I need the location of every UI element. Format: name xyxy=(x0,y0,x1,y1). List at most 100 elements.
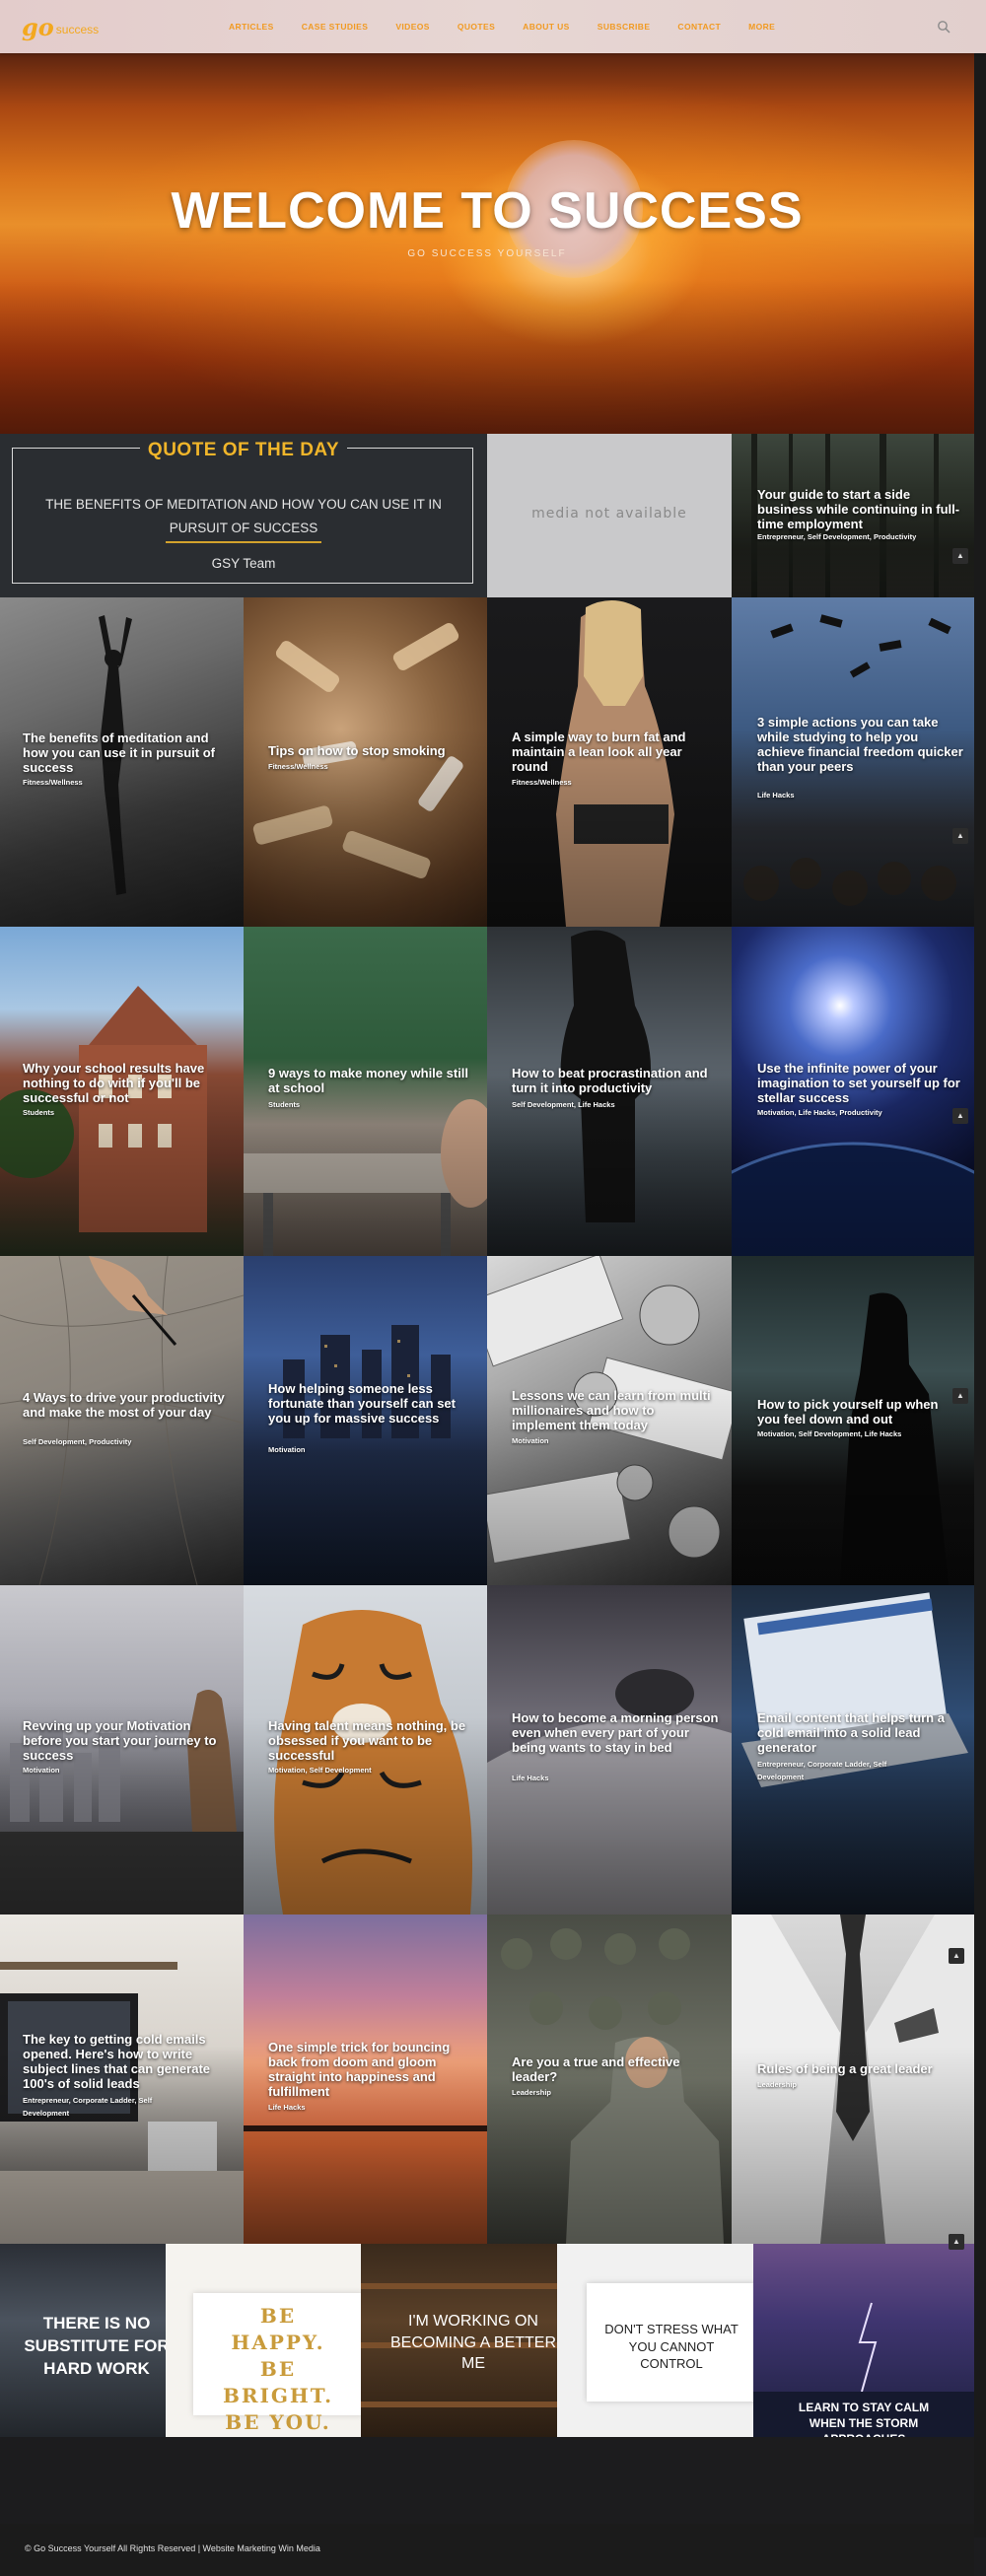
article-title: How helping someone less fortunate than … xyxy=(268,1381,456,1426)
article-category: Leadership xyxy=(757,2080,798,2089)
article-category: Motivation xyxy=(23,1766,60,1775)
article-title: Use the infinite power of your imaginati… xyxy=(757,1061,960,1105)
article-tile[interactable]: 9 ways to make money while still at scho… xyxy=(244,927,487,1256)
scroll-up-icon[interactable]: ▲ xyxy=(949,2234,964,2250)
poster-text: THERE IS NO SUBSTITUTE FOR HARD WORK xyxy=(24,2314,170,2378)
article-category: Fitness/Wellness xyxy=(23,778,83,787)
top-nav: go success ARTICLES CASE STUDIES VIDEOS … xyxy=(0,0,986,53)
article-category: Fitness/Wellness xyxy=(268,762,328,771)
article-title: The benefits of meditation and how you c… xyxy=(23,731,216,775)
quote-divider xyxy=(166,541,321,543)
article-tile[interactable]: How to become a morning person even when… xyxy=(487,1585,732,1915)
quote-text: THE BENEFITS OF MEDITATION AND HOW YOU C… xyxy=(45,497,442,535)
article-title: Revving up your Motivation before you st… xyxy=(23,1718,217,1763)
article-category: Self Development, Productivity xyxy=(23,1437,132,1446)
quote-heading: QUOTE OF THE DAY xyxy=(139,440,348,461)
article-tile[interactable]: Revving up your Motivation before you st… xyxy=(0,1585,244,1915)
hero-title: WELCOME TO SUCCESS xyxy=(171,182,804,240)
article-tile[interactable]: Email content that helps turn a cold ema… xyxy=(732,1585,974,1915)
article-title: 9 ways to make money while still at scho… xyxy=(268,1066,469,1095)
nav-item-videos[interactable]: VIDEOS xyxy=(395,22,430,32)
logo-mark: go xyxy=(22,13,54,41)
article-title: One simple trick for bouncing back from … xyxy=(268,2040,451,2099)
article-title: How to beat procrastination and turn it … xyxy=(512,1066,708,1095)
quote-poster[interactable]: DON'T STRESS WHAT YOU CANNOT CONTROL xyxy=(557,2244,786,2437)
article-tile[interactable]: Rules of being a great leader Leadership… xyxy=(732,1915,974,2244)
article-category: Life Hacks xyxy=(268,2103,306,2112)
main-menu: ARTICLES CASE STUDIES VIDEOS QUOTES ABOU… xyxy=(229,22,803,32)
article-title: Having talent means nothing, be obsessed… xyxy=(268,1718,466,1763)
article-category: Entrepreneur, Corporate Ladder, Self Dev… xyxy=(757,1760,887,1781)
article-category: Leadership xyxy=(512,2088,552,2097)
article-category: Motivation xyxy=(512,1436,549,1445)
article-category: Self Development, Life Hacks xyxy=(512,1100,615,1109)
article-tile[interactable]: Lessons we can learn from multi milliona… xyxy=(487,1256,732,1585)
scroll-up-icon[interactable]: ▲ xyxy=(952,548,968,564)
quote-poster[interactable]: LEARN TO STAY CALM WHEN THE STORM APPROA… xyxy=(753,2244,974,2437)
quote-poster[interactable]: BE HAPPY. BE BRIGHT. BE YOU. xyxy=(166,2244,388,2437)
quote-poster[interactable]: THERE IS NO SUBSTITUTE FOR HARD WORK xyxy=(0,2244,193,2437)
article-category: Life Hacks xyxy=(512,1774,549,1782)
nav-item-contact[interactable]: CONTACT xyxy=(677,22,721,32)
footer: © Go Success Yourself All Rights Reserve… xyxy=(0,2524,974,2576)
article-tile[interactable]: Tips on how to stop smoking Fitness/Well… xyxy=(244,597,487,927)
article-title: How to pick yourself up when you feel do… xyxy=(757,1397,939,1427)
article-tile[interactable]: The key to getting cold emails opened. H… xyxy=(0,1915,244,2244)
nav-item-subscribe[interactable]: SUBSCRIBE xyxy=(598,22,651,32)
right-scroll-strip xyxy=(974,53,986,2538)
scroll-up-icon[interactable]: ▲ xyxy=(949,1948,964,1964)
site-logo[interactable]: go success xyxy=(22,15,99,40)
article-tile[interactable]: 3 simple actions you can take while stud… xyxy=(732,597,974,927)
article-category: Life Hacks xyxy=(757,791,795,800)
article-tile[interactable]: How helping someone less fortunate than … xyxy=(244,1256,487,1585)
article-tile[interactable]: Are you a true and effective leader? Lea… xyxy=(487,1915,732,2244)
article-title: Tips on how to stop smoking xyxy=(268,743,446,758)
poster-text: I'M WORKING ON BECOMING A BETTER ME xyxy=(389,2313,557,2373)
article-category: Students xyxy=(23,1108,55,1117)
poster-text: LEARN TO STAY CALM WHEN THE STORM APPROA… xyxy=(798,2401,930,2437)
article-tile[interactable]: The benefits of meditation and how you c… xyxy=(0,597,244,927)
article-category: Fitness/Wellness xyxy=(512,778,572,787)
nav-item-articles[interactable]: ARTICLES xyxy=(229,22,274,32)
article-tile[interactable]: 4 Ways to drive your productivity and ma… xyxy=(0,1256,244,1585)
logo-text: success xyxy=(55,22,100,36)
scroll-up-icon[interactable]: ▲ xyxy=(952,1108,968,1124)
article-category: Entrepreneur, Self Development, Producti… xyxy=(757,532,917,541)
article-tile[interactable]: Your guide to start a side business whil… xyxy=(732,434,974,597)
quote-of-the-day[interactable]: QUOTE OF THE DAY THE BENEFITS OF MEDITAT… xyxy=(0,434,487,597)
article-title: Email content that helps turn a cold ema… xyxy=(757,1710,945,1755)
quote-author: GSY Team xyxy=(211,556,276,571)
nav-item-more[interactable]: MORE xyxy=(748,22,775,32)
page: go success ARTICLES CASE STUDIES VIDEOS … xyxy=(0,0,986,2576)
article-tile[interactable]: Having talent means nothing, be obsessed… xyxy=(244,1585,487,1915)
article-category: Motivation, Life Hacks, Productivity xyxy=(757,1108,882,1117)
article-title: 4 Ways to drive your productivity and ma… xyxy=(23,1390,225,1420)
nav-item-case-studies[interactable]: CASE STUDIES xyxy=(302,22,369,32)
article-title: Why your school results have nothing to … xyxy=(23,1061,205,1105)
nav-item-quotes[interactable]: QUOTES xyxy=(458,22,495,32)
hero-subtitle: GO SUCCESS YOURSELF xyxy=(407,248,567,259)
article-tile[interactable]: A simple way to burn fat and maintain a … xyxy=(487,597,732,927)
article-tile[interactable]: How to pick yourself up when you feel do… xyxy=(732,1256,974,1585)
article-title: A simple way to burn fat and maintain a … xyxy=(512,730,686,774)
article-category: Motivation, Self Development xyxy=(268,1766,372,1775)
nav-item-about-us[interactable]: ABOUT US xyxy=(523,22,570,32)
article-title: Are you a true and effective leader? xyxy=(512,2054,680,2084)
article-category: Entrepreneur, Corporate Ladder, Self Dev… xyxy=(23,2096,153,2118)
article-tile[interactable]: One simple trick for bouncing back from … xyxy=(244,1915,487,2244)
hero-banner: WELCOME TO SUCCESS GO SUCCESS YOURSELF xyxy=(0,53,974,434)
scroll-up-icon[interactable]: ▲ xyxy=(952,828,968,844)
article-tile[interactable]: Use the infinite power of your imaginati… xyxy=(732,927,974,1256)
article-title: Your guide to start a side business whil… xyxy=(757,487,960,531)
scroll-up-icon[interactable]: ▲ xyxy=(952,1388,968,1404)
article-category: Students xyxy=(268,1100,301,1109)
article-title: How to become a morning person even when… xyxy=(512,1710,719,1755)
article-tile[interactable]: Why your school results have nothing to … xyxy=(0,927,244,1256)
quote-poster[interactable]: I'M WORKING ON BECOMING A BETTER ME xyxy=(361,2244,586,2437)
article-category: Motivation, Self Development, Life Hacks xyxy=(757,1429,902,1438)
search-icon[interactable] xyxy=(937,20,951,34)
article-title: Rules of being a great leader xyxy=(757,2061,933,2076)
poster-text: BE HAPPY. BE BRIGHT. BE YOU. xyxy=(222,2304,334,2434)
article-tile[interactable]: How to beat procrastination and turn it … xyxy=(487,927,732,1256)
article-title: Lessons we can learn from multi milliona… xyxy=(512,1388,711,1432)
